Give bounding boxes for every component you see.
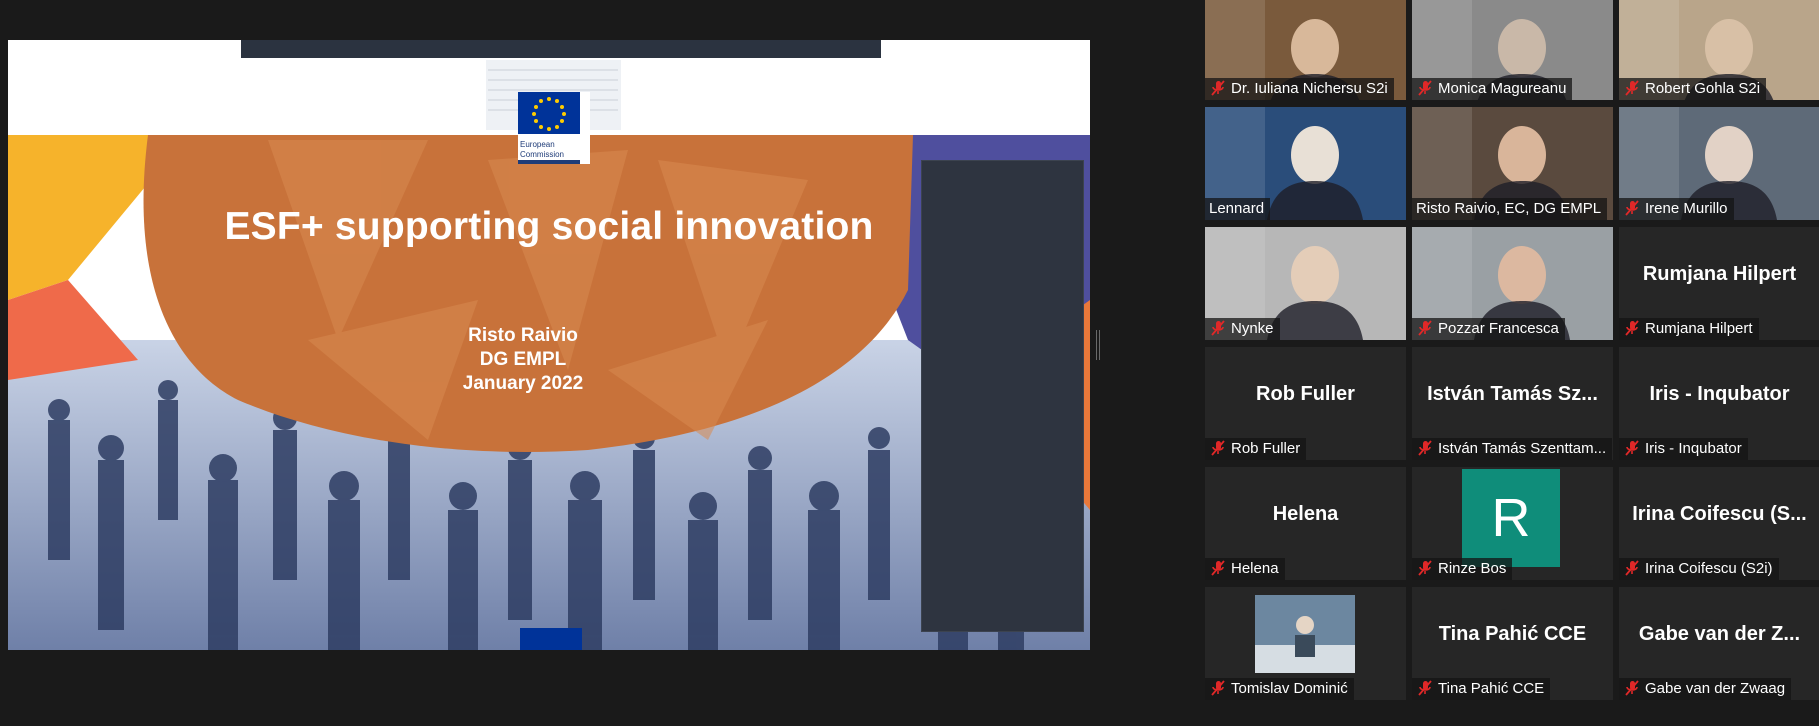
participant-name-tag: Monica Magureanu bbox=[1412, 78, 1573, 100]
shared-screen-slide: European Commission ESF+ supporting soci… bbox=[8, 40, 1090, 650]
participant-name-tag: Nynke bbox=[1205, 318, 1280, 340]
participant-name: Rinze Bos bbox=[1438, 560, 1507, 577]
participant-name-tag: Irina Coifescu (S2i) bbox=[1619, 558, 1779, 580]
participant-tile[interactable]: István Tamás Sz... István Tamás Szenttam.… bbox=[1412, 347, 1613, 460]
participant-name: Risto Raivio, EC, DG EMPL bbox=[1416, 200, 1602, 217]
participant-name: Rumjana Hilpert bbox=[1645, 320, 1753, 337]
participant-name: Irene Murillo bbox=[1645, 200, 1728, 217]
participant-tile[interactable]: Iris - Inqubator Iris - Inqubator bbox=[1619, 347, 1819, 460]
participant-name-tag: Pozzar Francesca bbox=[1412, 318, 1565, 340]
participant-name: Nynke bbox=[1231, 320, 1274, 337]
muted-mic-icon bbox=[1418, 320, 1432, 336]
participant-name-tag: Rob Fuller bbox=[1205, 438, 1307, 460]
participant-tile[interactable]: Rumjana Hilpert Rumjana Hilpert bbox=[1619, 227, 1819, 340]
muted-mic-icon bbox=[1211, 440, 1225, 456]
muted-mic-icon bbox=[1211, 680, 1225, 696]
participant-display-name: Helena bbox=[1272, 503, 1339, 525]
participant-name-tag: Irene Murillo bbox=[1619, 198, 1734, 220]
participant-display-name: Irina Coifescu (S... bbox=[1632, 503, 1807, 525]
participant-tile[interactable]: Robert Gohla S2i bbox=[1619, 0, 1819, 100]
ec-logo-line2: Commission bbox=[520, 150, 565, 159]
participant-tile[interactable]: Helena Helena bbox=[1205, 467, 1406, 580]
muted-mic-icon bbox=[1418, 560, 1432, 576]
participant-display-name: Iris - Inqubator bbox=[1649, 383, 1790, 405]
participant-tile[interactable]: Irina Coifescu (S... Irina Coifescu (S2i) bbox=[1619, 467, 1819, 580]
participant-name-tag: Gabe van der Zwaag bbox=[1619, 678, 1792, 700]
muted-mic-icon bbox=[1211, 320, 1225, 336]
zoom-meeting-window: European Commission ESF+ supporting soci… bbox=[0, 0, 1819, 726]
screen-share-overlay-panel bbox=[921, 160, 1084, 632]
participant-name: Tina Pahić CCE bbox=[1438, 680, 1545, 697]
participant-tile[interactable]: Tomislav Dominić bbox=[1205, 587, 1406, 700]
muted-mic-icon bbox=[1211, 560, 1225, 576]
participant-name: Lennard bbox=[1209, 200, 1265, 217]
muted-mic-icon bbox=[1625, 560, 1639, 576]
muted-mic-icon bbox=[1625, 680, 1639, 696]
participant-tile[interactable]: Lennard bbox=[1205, 107, 1406, 220]
muted-mic-icon bbox=[1418, 440, 1432, 456]
ec-logo-text: European Commission bbox=[520, 140, 590, 160]
participant-name-tag: Tina Pahić CCE bbox=[1412, 678, 1551, 700]
participant-name-tag: Lennard bbox=[1205, 198, 1271, 220]
participant-name: Helena bbox=[1231, 560, 1279, 577]
muted-mic-icon bbox=[1625, 200, 1639, 216]
participant-name-tag: Iris - Inqubator bbox=[1619, 438, 1748, 460]
participant-name: Dr. Iuliana Nichersu S2i bbox=[1231, 80, 1388, 97]
participant-video-thumbnail bbox=[1255, 595, 1355, 673]
participant-name: Robert Gohla S2i bbox=[1645, 80, 1761, 97]
participant-name: Iris - Inqubator bbox=[1645, 440, 1742, 457]
participant-name-tag: Rinze Bos bbox=[1412, 558, 1513, 580]
muted-mic-icon bbox=[1418, 680, 1432, 696]
muted-mic-icon bbox=[1625, 320, 1639, 336]
participant-name-tag: Rumjana Hilpert bbox=[1619, 318, 1759, 340]
pane-resize-handle[interactable] bbox=[1096, 330, 1100, 360]
participant-display-name: István Tamás Sz... bbox=[1427, 383, 1598, 405]
participant-name: Irina Coifescu (S2i) bbox=[1645, 560, 1773, 577]
participant-name-tag: Tomislav Dominić bbox=[1205, 678, 1354, 700]
slide-presenter: Risto Raivio bbox=[468, 325, 578, 346]
slide-date: January 2022 bbox=[462, 373, 584, 394]
participant-tile[interactable]: Risto Raivio, EC, DG EMPL bbox=[1412, 107, 1613, 220]
participant-display-name: Rumjana Hilpert bbox=[1642, 263, 1797, 285]
participant-tile[interactable]: Irene Murillo bbox=[1619, 107, 1819, 220]
participant-tile[interactable]: Rob Fuller Rob Fuller bbox=[1205, 347, 1406, 460]
slide-department: DG EMPL bbox=[479, 349, 567, 370]
participant-name: Gabe van der Zwaag bbox=[1645, 680, 1786, 697]
participant-avatar: R bbox=[1462, 469, 1560, 567]
ec-logo-line1: European bbox=[520, 140, 555, 149]
participant-display-name: Tina Pahić CCE bbox=[1438, 623, 1587, 645]
participant-tile[interactable]: Dr. Iuliana Nichersu S2i bbox=[1205, 0, 1406, 100]
muted-mic-icon bbox=[1625, 80, 1639, 96]
participant-name: Rob Fuller bbox=[1231, 440, 1301, 457]
participant-tile[interactable]: Monica Magureanu bbox=[1412, 0, 1613, 100]
participant-name: Monica Magureanu bbox=[1438, 80, 1567, 97]
participant-name-tag: Risto Raivio, EC, DG EMPL bbox=[1412, 198, 1608, 220]
participant-tile[interactable]: Gabe van der Z... Gabe van der Zwaag bbox=[1619, 587, 1819, 700]
participant-name-tag: István Tamás Szenttam... bbox=[1412, 438, 1613, 460]
participant-display-name: Rob Fuller bbox=[1256, 383, 1355, 405]
participant-tile[interactable]: Pozzar Francesca bbox=[1412, 227, 1613, 340]
participant-name: Pozzar Francesca bbox=[1438, 320, 1559, 337]
participant-name: Tomislav Dominić bbox=[1231, 680, 1348, 697]
participant-tile[interactable]: Tina Pahić CCE Tina Pahić CCE bbox=[1412, 587, 1613, 700]
muted-mic-icon bbox=[1625, 440, 1639, 456]
participant-name-tag: Robert Gohla S2i bbox=[1619, 78, 1767, 100]
participant-tile[interactable]: R Rinze Bos bbox=[1412, 467, 1613, 580]
participant-gallery: Dr. Iuliana Nichersu S2i Monica Magureanu… bbox=[1205, 0, 1819, 726]
participant-display-name: Gabe van der Z... bbox=[1638, 623, 1801, 645]
participant-name-tag: Helena bbox=[1205, 558, 1285, 580]
muted-mic-icon bbox=[1211, 80, 1225, 96]
participant-tile[interactable]: Nynke bbox=[1205, 227, 1406, 340]
participant-name-tag: Dr. Iuliana Nichersu S2i bbox=[1205, 78, 1394, 100]
participant-name: István Tamás Szenttam... bbox=[1438, 440, 1607, 457]
muted-mic-icon bbox=[1418, 80, 1432, 96]
